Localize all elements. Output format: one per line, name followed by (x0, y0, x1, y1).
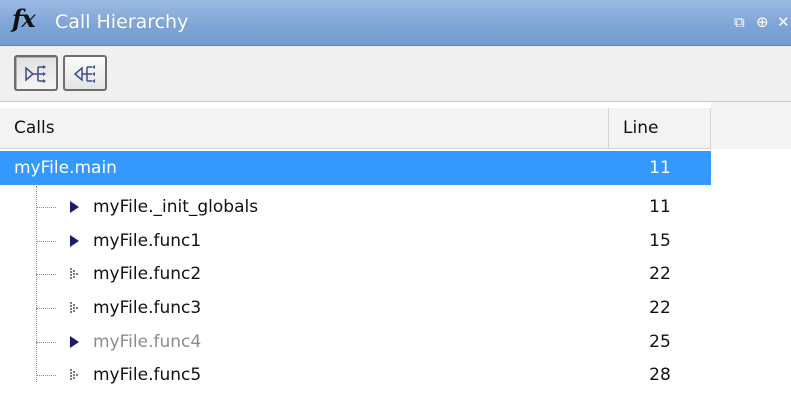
dotted-expand-arrow-icon[interactable] (67, 266, 81, 282)
line-number: 22 (649, 298, 671, 318)
tree-row[interactable]: myFile.func4 25 (0, 325, 711, 359)
function-name: myFile.func1 (93, 231, 202, 251)
fx-icon: fx (12, 4, 36, 33)
tree-connector (36, 308, 56, 309)
expand-arrow-icon[interactable] (67, 334, 81, 350)
line-number: 25 (649, 332, 671, 352)
function-name: myFile.main (14, 158, 117, 178)
line-number: 28 (649, 365, 671, 385)
title-bar[interactable]: fx Call Hierarchy ⧉ ⊕ ✕ (0, 0, 791, 46)
tree-row[interactable]: myFile.func2 22 (0, 257, 711, 291)
column-label-line: Line (623, 118, 659, 138)
tree-row[interactable]: myFile._init_globals 11 (0, 190, 711, 224)
tree-row[interactable]: myFile.func3 22 (0, 291, 711, 325)
column-label-calls: Calls (14, 118, 55, 138)
panel-title: Call Hierarchy (55, 11, 189, 33)
column-header-calls[interactable]: Calls (0, 108, 609, 148)
expand-arrow-icon[interactable] (67, 199, 81, 215)
undock-icon[interactable]: ⧉ (734, 13, 745, 31)
tree-connector (36, 207, 56, 208)
callers-icon (73, 65, 95, 83)
function-name: myFile.func5 (93, 365, 202, 385)
call-hierarchy-panel: fx Call Hierarchy ⧉ ⊕ ✕ Calls Line myFil… (0, 0, 791, 409)
line-number: 22 (649, 264, 671, 284)
show-callers-button[interactable] (63, 55, 107, 91)
line-number: 11 (649, 158, 671, 178)
header-filler (711, 102, 791, 149)
line-number: 15 (649, 231, 671, 251)
callees-icon (25, 65, 46, 83)
function-name: myFile.func4 (93, 332, 202, 352)
column-header-line[interactable]: Line (609, 108, 711, 148)
line-number: 11 (649, 197, 671, 217)
pin-icon[interactable]: ⊕ (756, 13, 769, 31)
tree-row[interactable]: myFile.func1 15 (0, 224, 711, 258)
toolbar (0, 46, 791, 102)
tree-connector (36, 274, 56, 275)
function-name: myFile._init_globals (93, 197, 259, 217)
function-name: myFile.func3 (93, 298, 202, 318)
tree-connector (36, 342, 56, 343)
show-callees-button[interactable] (14, 55, 58, 91)
dotted-expand-arrow-icon[interactable] (67, 300, 81, 316)
close-icon[interactable]: ✕ (777, 13, 790, 31)
expand-arrow-icon[interactable] (67, 233, 81, 249)
function-name: myFile.func2 (93, 264, 202, 284)
tree-row[interactable]: myFile.func5 28 (0, 358, 711, 392)
dotted-expand-arrow-icon[interactable] (67, 367, 81, 383)
table-header: Calls Line (0, 108, 711, 149)
tree-row-root[interactable]: myFile.main 11 (0, 151, 711, 185)
tree-connector (36, 375, 56, 376)
tree-connector (36, 241, 56, 242)
